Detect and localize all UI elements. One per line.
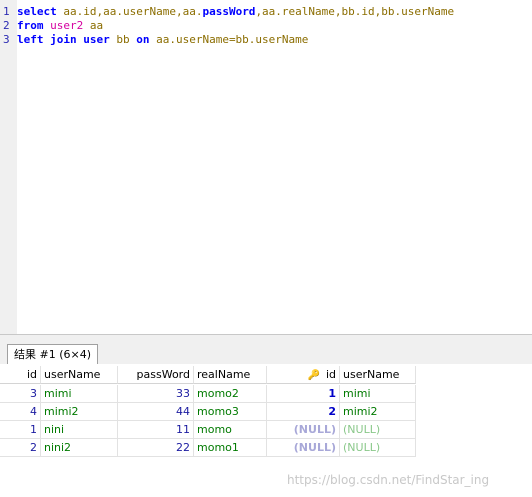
table-cell[interactable]: 22 [118, 439, 194, 457]
table-cell[interactable]: (NULL) [267, 421, 340, 439]
watermark-text: https://blog.csdn.net/FindStar_ing [287, 473, 490, 487]
table-cell[interactable]: nini [41, 421, 118, 439]
table-cell[interactable]: 1 [267, 385, 340, 403]
column-header-realname[interactable]: realName [194, 366, 267, 384]
line-number: 1 [3, 5, 10, 18]
table-cell[interactable]: momo3 [194, 403, 267, 421]
code-line[interactable]: 1 select aa.id,aa.userName,aa.passWord,aa… [0, 5, 454, 19]
code-token: bb [109, 33, 137, 46]
table-cell[interactable]: (NULL) [340, 439, 416, 457]
sql-editor[interactable]: 1 select aa.id,aa.userName,aa.passWord,aa… [0, 0, 532, 334]
code-token: aa.id,aa.userName,aa. [56, 5, 203, 18]
code-token: ,aa.realName,bb.id,bb.userName [255, 5, 455, 18]
tab-result-1[interactable]: 结果 #1 (6×4) [7, 344, 99, 365]
column-header-username[interactable]: userName [41, 366, 118, 384]
result-tab-bar: 结果 #1 (6×4) [0, 334, 532, 365]
table-cell[interactable]: momo1 [194, 439, 267, 457]
table-row[interactable]: 2 nini2 22 momo1 (NULL) (NULL) [0, 439, 416, 457]
table-cell[interactable]: (NULL) [340, 421, 416, 439]
table-cell[interactable]: momo2 [194, 385, 267, 403]
code-token: passWord [202, 5, 256, 18]
table-cell[interactable]: mimi [340, 385, 416, 403]
table-row[interactable]: 1 nini 11 momo (NULL) (NULL) [0, 421, 416, 439]
line-number: 2 [3, 19, 10, 32]
code-line[interactable]: 2 from user2 aa [0, 19, 103, 33]
table-cell[interactable]: momo [194, 421, 267, 439]
code-token: on [136, 33, 150, 46]
code-token: aa.userName=bb.userName [149, 33, 309, 46]
table-cell[interactable]: mimi2 [340, 403, 416, 421]
table-cell[interactable]: (NULL) [267, 439, 340, 457]
line-number: 3 [3, 33, 10, 46]
table-cell[interactable]: 2 [0, 439, 41, 457]
table-cell[interactable]: 44 [118, 403, 194, 421]
column-header-bb-id-label: id [325, 368, 336, 381]
line-number-gutter [0, 0, 17, 334]
table-cell[interactable]: nini2 [41, 439, 118, 457]
table-cell[interactable]: mimi [41, 385, 118, 403]
code-token: left join user [17, 33, 110, 46]
code-line[interactable]: 3 left join user bb on aa.userName=bb.use… [0, 33, 308, 47]
table-cell[interactable]: 2 [267, 403, 340, 421]
table-cell[interactable]: 11 [118, 421, 194, 439]
column-header-id[interactable]: id [0, 366, 41, 384]
table-cell[interactable]: 1 [0, 421, 41, 439]
table-cell[interactable]: 33 [118, 385, 194, 403]
table-row[interactable]: 4 mimi2 44 momo3 2 mimi2 [0, 403, 416, 421]
table-cell[interactable]: 3 [0, 385, 41, 403]
code-token: from [17, 19, 44, 32]
code-token: aa [83, 19, 104, 32]
column-header-bb-username[interactable]: userName [340, 366, 416, 384]
table-row[interactable]: 3 mimi 33 momo2 1 mimi [0, 385, 416, 403]
key-icon: 🔑 [307, 370, 320, 381]
column-header-password[interactable]: passWord [118, 366, 194, 384]
code-token: user2 [50, 19, 84, 32]
code-token: select [17, 5, 57, 18]
column-header-bb-id[interactable]: 🔑 id [267, 366, 340, 384]
grid-header-row: id userName passWord realName 🔑 id userNa… [0, 366, 416, 384]
table-cell[interactable]: mimi2 [41, 403, 118, 421]
table-cell[interactable]: 4 [0, 403, 41, 421]
